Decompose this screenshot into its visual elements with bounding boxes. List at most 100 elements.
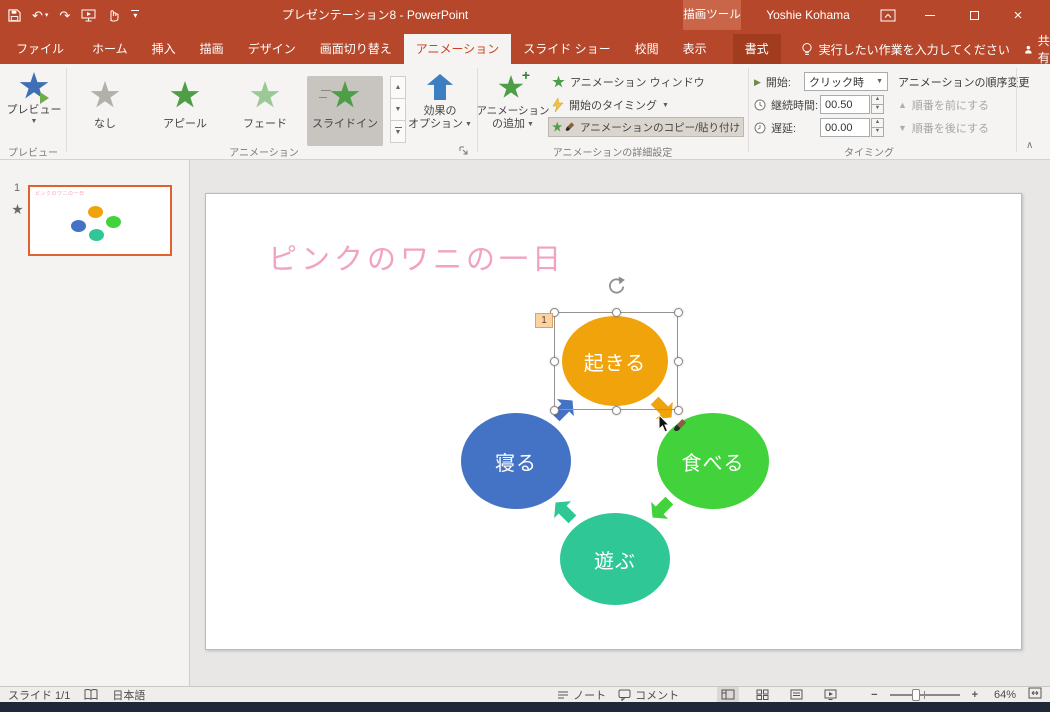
add-animation-button[interactable]: + アニメーション の追加 ▼ bbox=[476, 67, 549, 131]
selection-handle[interactable] bbox=[550, 406, 559, 415]
tab-file[interactable]: ファイル bbox=[0, 34, 80, 64]
tab-format-contextual[interactable]: 書式 bbox=[732, 34, 781, 64]
tab-transitions[interactable]: 画面切り替え bbox=[308, 34, 404, 64]
slide-thumbnail[interactable]: ピンクのワニの一日 bbox=[28, 185, 172, 256]
reorder-title-label: アニメーションの順序変更 bbox=[898, 77, 1030, 89]
comments-button[interactable]: コメント bbox=[618, 687, 679, 703]
save-icon[interactable] bbox=[8, 8, 21, 22]
share-button[interactable]: 共有 bbox=[1010, 34, 1050, 65]
delay-spin-up-button[interactable]: ▲ bbox=[871, 118, 884, 127]
add-animation-plus-icon: + bbox=[521, 67, 530, 83]
normal-view-button[interactable] bbox=[717, 687, 740, 702]
language-indicator[interactable]: 日本語 bbox=[112, 687, 145, 703]
duration-spinner: ▲ ▼ bbox=[871, 95, 884, 114]
none-star-icon bbox=[90, 81, 120, 108]
undo-icon[interactable]: ↶ ▾ bbox=[32, 9, 48, 22]
group-label-animation: アニメーション bbox=[229, 148, 299, 159]
tab-insert[interactable]: 挿入 bbox=[140, 34, 188, 64]
animation-appear-item[interactable]: アピール bbox=[147, 76, 223, 146]
ribbon-display-options-button[interactable] bbox=[866, 0, 910, 30]
zoom-out-button[interactable]: − bbox=[871, 689, 877, 701]
rotation-handle[interactable] bbox=[606, 276, 626, 296]
maximize-button[interactable] bbox=[952, 0, 996, 30]
move-earlier-button[interactable]: ▲ 順番を前にする bbox=[898, 95, 989, 115]
animation-painter-button[interactable]: アニメーションのコピー/貼り付け bbox=[548, 117, 744, 137]
notes-button[interactable]: ノート bbox=[557, 687, 606, 703]
selection-handle[interactable] bbox=[612, 406, 621, 415]
cycle-arrow-bottom-to-left[interactable] bbox=[547, 494, 581, 528]
collapse-ribbon-button[interactable]: ∧ bbox=[1026, 140, 1033, 151]
animation-dialog-launcher-icon[interactable] bbox=[458, 145, 469, 156]
zoom-slider[interactable] bbox=[889, 688, 960, 701]
animation-number-badge[interactable]: 1 bbox=[535, 313, 553, 328]
reading-view-button[interactable] bbox=[785, 687, 807, 702]
duration-input[interactable]: 00.50 bbox=[820, 95, 870, 114]
start-row: ▶ 開始: bbox=[754, 72, 791, 92]
preview-button[interactable]: プレビュー ▼ bbox=[6, 68, 62, 126]
animation-slidein-item[interactable]: スライドイン bbox=[307, 76, 383, 146]
animation-indicator-star-icon bbox=[12, 204, 23, 215]
selection-handle[interactable] bbox=[674, 357, 683, 366]
zoom-slider-handle[interactable] bbox=[911, 688, 920, 701]
mouse-cursor bbox=[658, 414, 671, 433]
tab-draw[interactable]: 描画 bbox=[188, 34, 236, 64]
tab-design[interactable]: デザイン bbox=[236, 34, 308, 64]
minimize-button[interactable] bbox=[908, 0, 952, 30]
move-earlier-arrow-icon: ▲ bbox=[898, 100, 907, 110]
start-dropdown[interactable]: クリック時 ▼ bbox=[804, 72, 888, 91]
ribbon-tab-row: ファイル ホーム 挿入 描画 デザイン 画面切り替え アニメーション スライド … bbox=[0, 30, 1050, 65]
slide-number: 1 bbox=[14, 182, 21, 194]
close-button[interactable]: × bbox=[996, 0, 1040, 30]
share-label: 共有 bbox=[1037, 34, 1050, 65]
delay-input[interactable]: 00.00 bbox=[820, 118, 870, 137]
duration-spin-up-button[interactable]: ▲ bbox=[871, 95, 884, 104]
reading-view-icon bbox=[790, 689, 803, 700]
tab-slideshow[interactable]: スライド ショー bbox=[511, 34, 622, 64]
shape-play[interactable]: 遊ぶ bbox=[560, 513, 670, 605]
zoom-in-button[interactable]: + bbox=[972, 689, 978, 701]
tab-review[interactable]: 校閲 bbox=[623, 34, 671, 64]
animation-none-item[interactable]: なし bbox=[67, 76, 143, 146]
delay-spin-down-button[interactable]: ▼ bbox=[871, 127, 884, 137]
start-from-beginning-icon[interactable] bbox=[81, 9, 96, 22]
start-dropdown-caret-icon: ▼ bbox=[876, 78, 883, 85]
selection-handle[interactable] bbox=[674, 308, 683, 317]
effect-options-button[interactable]: 効果の オプション ▼ bbox=[408, 68, 472, 131]
proofing-button[interactable] bbox=[84, 689, 98, 700]
duration-spin-down-button[interactable]: ▼ bbox=[871, 104, 884, 114]
slide-title[interactable]: ピンクのワニの一日 bbox=[268, 236, 565, 278]
undo-dropdown-icon[interactable]: ▾ bbox=[45, 12, 49, 19]
animation-pane-button[interactable]: アニメーション ウィンドウ bbox=[552, 72, 705, 92]
selection-handle[interactable] bbox=[612, 308, 621, 317]
gallery-scroll-up-button[interactable]: ▲ bbox=[390, 76, 406, 99]
workspace: 1 ピンクのワニの一日 ピンクのワニの一日 起きる 食べる 遊ぶ 寝る 1 bbox=[0, 160, 1050, 686]
tell-me-box[interactable]: 実行したい作業を入力してください bbox=[801, 34, 1010, 64]
zoom-level[interactable]: 64% bbox=[990, 689, 1016, 701]
normal-view-icon bbox=[721, 689, 735, 700]
qat-customize-icon[interactable]: ▾ bbox=[131, 10, 140, 20]
thumbnail-title: ピンクのワニの一日 bbox=[35, 191, 85, 197]
gallery-more-button[interactable]: ▼ bbox=[390, 120, 406, 143]
slide-canvas[interactable]: ピンクのワニの一日 起きる 食べる 遊ぶ 寝る 1 bbox=[205, 193, 1022, 650]
touch-mode-icon[interactable] bbox=[107, 8, 120, 22]
trigger-button[interactable]: 開始のタイミング ▼ bbox=[552, 95, 669, 115]
slide-indicator[interactable]: スライド 1/1 bbox=[8, 687, 70, 703]
gallery-scroll-down-button[interactable]: ▼ bbox=[390, 98, 406, 121]
slideshow-view-button[interactable] bbox=[819, 687, 841, 702]
tab-animations[interactable]: アニメーション bbox=[403, 34, 512, 64]
redo-icon[interactable]: ↷ bbox=[59, 9, 70, 22]
preview-play-icon bbox=[40, 92, 49, 104]
fit-slide-to-window-button[interactable] bbox=[1028, 687, 1042, 702]
move-later-button[interactable]: ▼ 順番を後にする bbox=[898, 118, 989, 138]
slidein-motion-line bbox=[321, 90, 331, 91]
slideshow-icon bbox=[824, 689, 837, 700]
cycle-arrow-right-to-bottom[interactable] bbox=[644, 492, 678, 526]
selection-handle[interactable] bbox=[674, 406, 683, 415]
animation-fade-item[interactable]: フェード bbox=[227, 76, 303, 146]
selection-handle[interactable] bbox=[550, 357, 559, 366]
tab-home[interactable]: ホーム bbox=[80, 34, 140, 64]
slide-sorter-view-button[interactable] bbox=[751, 687, 773, 702]
share-person-icon bbox=[1024, 45, 1032, 54]
shape-sleep[interactable]: 寝る bbox=[461, 413, 571, 509]
tab-view[interactable]: 表示 bbox=[671, 34, 719, 64]
